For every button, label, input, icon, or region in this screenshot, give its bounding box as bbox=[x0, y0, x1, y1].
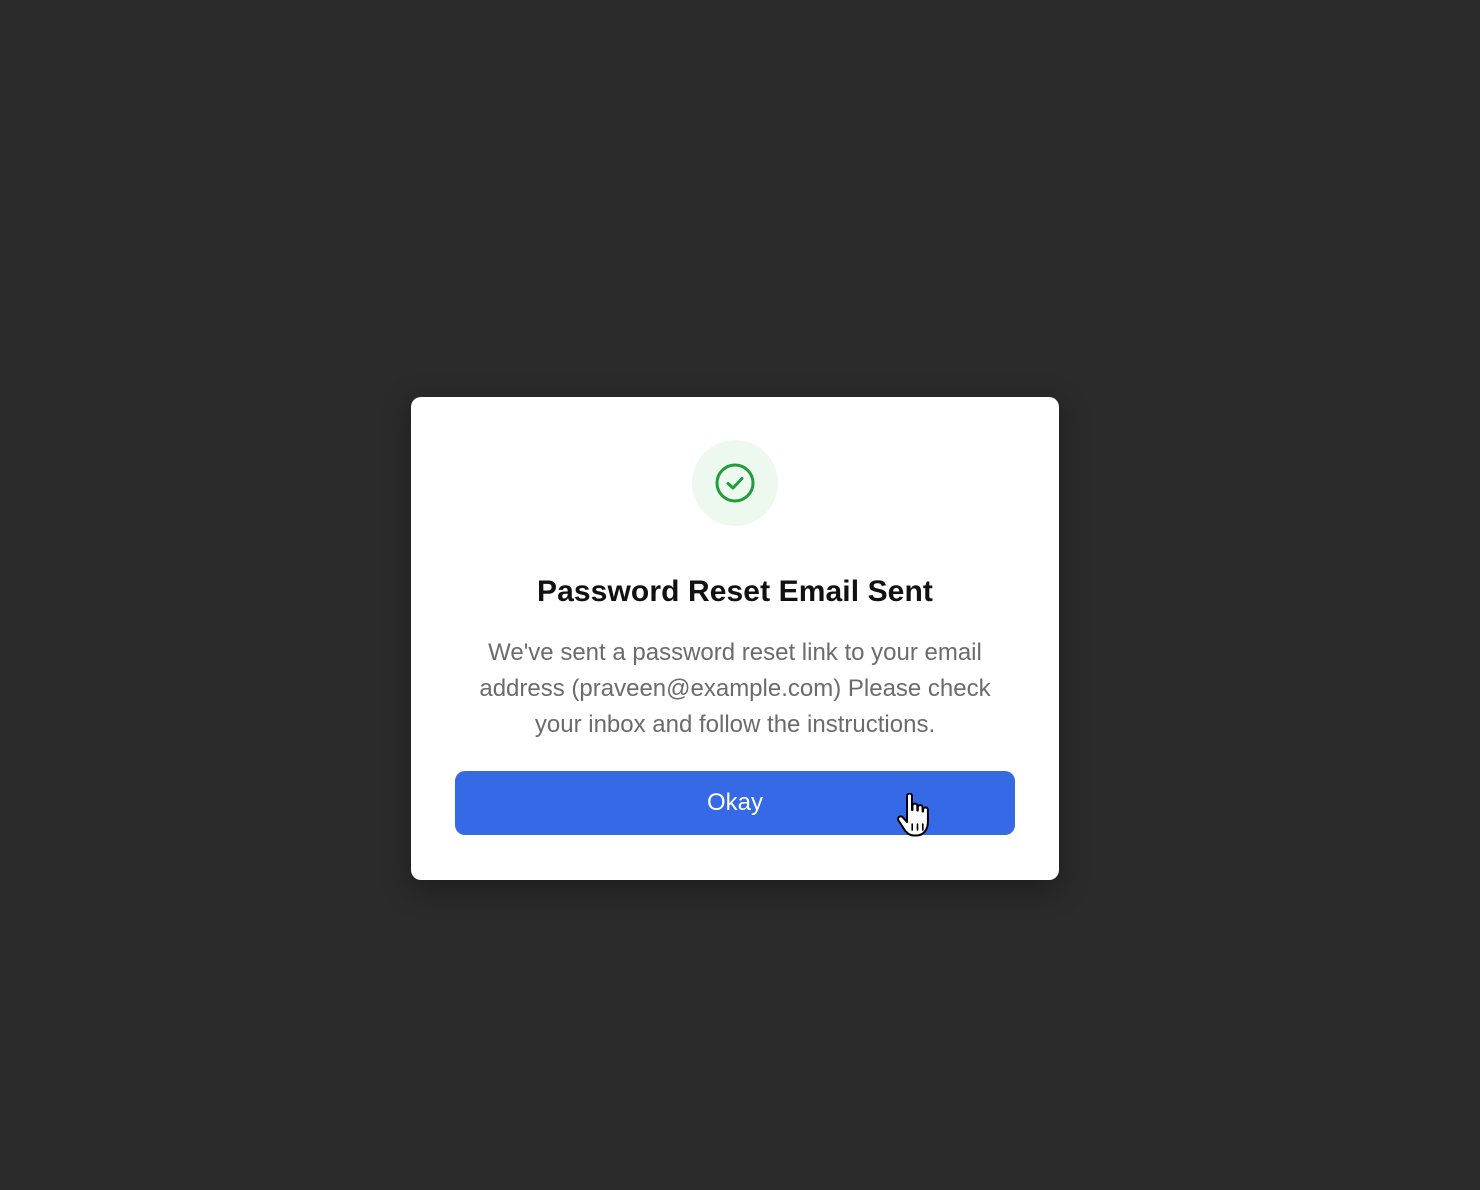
success-icon-badge bbox=[692, 440, 778, 526]
password-reset-dialog: Password Reset Email Sent We've sent a p… bbox=[411, 397, 1059, 880]
okay-button[interactable]: Okay bbox=[455, 771, 1015, 835]
check-circle-icon bbox=[715, 463, 755, 503]
dialog-title: Password Reset Email Sent bbox=[537, 575, 933, 608]
modal-backdrop: Password Reset Email Sent We've sent a p… bbox=[0, 0, 1480, 1190]
dialog-message: We've sent a password reset link to your… bbox=[479, 639, 991, 738]
